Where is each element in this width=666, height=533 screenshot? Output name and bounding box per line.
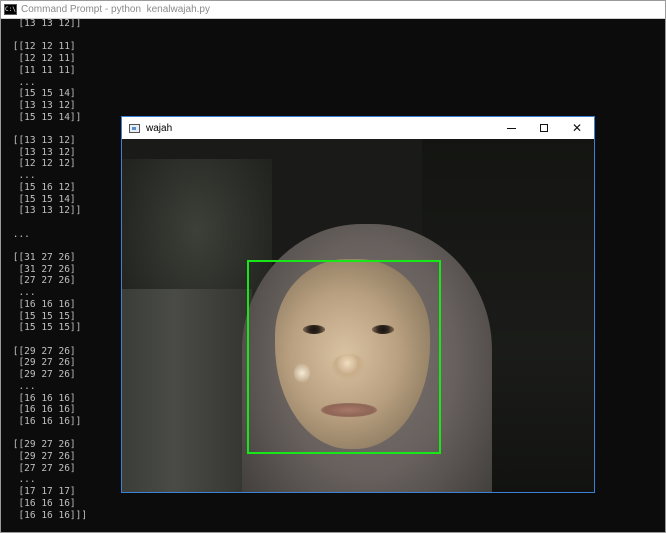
maximize-button[interactable] [527, 117, 561, 139]
command-prompt-titlebar[interactable]: C:\ Command Prompt - python kenalwajah.p… [1, 1, 665, 19]
wajah-window[interactable]: wajah ✕ [121, 116, 595, 493]
webcam-frame [122, 139, 594, 492]
wajah-titlebar[interactable]: wajah ✕ [122, 117, 594, 139]
command-prompt-title: Command Prompt - python kenalwajah.py [21, 4, 210, 15]
cmd-icon: C:\ [4, 4, 17, 15]
wajah-window-title: wajah [146, 122, 173, 134]
minimize-button[interactable] [494, 117, 528, 139]
background-curtain [122, 289, 252, 492]
maximize-icon [540, 124, 548, 132]
image-window-icon [129, 123, 140, 133]
close-button[interactable]: ✕ [560, 117, 594, 139]
close-icon: ✕ [571, 121, 583, 135]
minimize-icon [506, 127, 516, 129]
face-detection-box [247, 260, 441, 454]
